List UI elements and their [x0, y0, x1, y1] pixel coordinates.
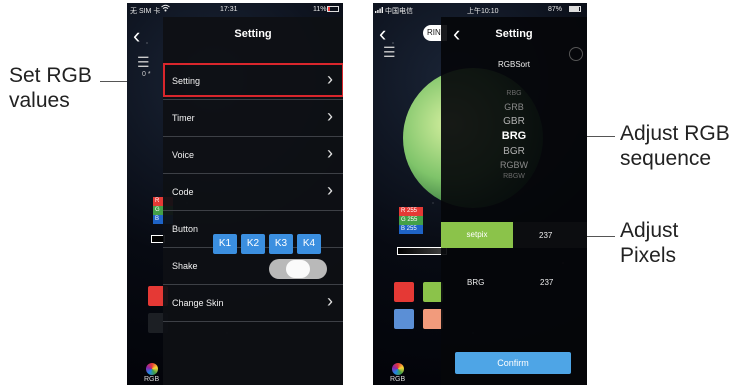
status-battery: 87% — [548, 6, 563, 13]
list-menu-icon[interactable]: ☰ — [137, 55, 150, 69]
status-time: 17:31 — [220, 6, 238, 13]
list-menu-icon[interactable]: ☰ — [383, 45, 396, 59]
callout-adjust-pixels: Adjust Pixels — [620, 219, 679, 267]
power-icon[interactable] — [569, 47, 583, 61]
chevron-right-icon: › — [327, 180, 333, 200]
menu-item-label: Code — [172, 187, 194, 197]
battery-icon — [327, 6, 339, 12]
status-bar: 中国电信 上午10:10 87% — [373, 3, 587, 17]
rgb-sort-panel: ‹ Setting RGBSort RBG GRB GBR BRG BGR RG… — [441, 17, 587, 385]
current-sort-value: BRG — [467, 278, 485, 287]
color-swatch-red[interactable] — [394, 282, 414, 302]
sort-option-rgbw[interactable]: RGBW — [441, 160, 587, 170]
callout-adjust-sequence: Adjust RGB sequence — [620, 122, 730, 170]
pixel-count-value: 237 — [539, 231, 553, 240]
sort-option-bgr[interactable]: BGR — [441, 146, 587, 157]
status-battery: 11% — [313, 6, 327, 13]
sort-option-brg-selected[interactable]: BRG — [441, 130, 587, 142]
sort-option-gbr[interactable]: GBR — [441, 116, 587, 127]
setting-highlight-box — [163, 63, 343, 97]
rgb-badge-g: G 255 — [399, 216, 423, 225]
phone-left: 无 SIM 卡 17:31 11% ‹ ☰ 0 * R G B RGB Sett… — [127, 3, 343, 385]
menu-item-label: Change Skin — [172, 298, 224, 308]
sort-option-grb[interactable]: GRB — [441, 102, 587, 112]
menu-item-voice[interactable]: Voice › — [163, 138, 343, 174]
signal-icon — [375, 7, 384, 15]
wifi-icon — [161, 4, 170, 14]
menu-item-timer[interactable]: Timer › — [163, 101, 343, 137]
palette-icon — [145, 363, 158, 375]
brightness-slider[interactable] — [397, 247, 447, 255]
toggle-knob — [286, 260, 310, 278]
rgb-badge-b: B 255 — [399, 225, 423, 234]
bottom-tab-rgb[interactable]: RGB — [390, 363, 405, 383]
status-carrier: 无 SIM 卡 — [130, 8, 161, 15]
bottom-tab-rgb-label: RGB — [390, 376, 406, 383]
status-time: 上午10:10 — [467, 8, 499, 15]
panel-title: Setting — [495, 28, 533, 40]
color-swatch-blue[interactable] — [394, 309, 414, 329]
color-swatch-green[interactable] — [423, 282, 443, 302]
panel-title: Setting — [234, 28, 272, 40]
menu-item-label: Button — [172, 224, 199, 234]
battery-icon — [569, 6, 581, 12]
phone-right: 中国电信 上午10:10 87% ‹ ☰ RIN R 255 G 255 B 2… — [373, 3, 587, 385]
menu-item-label: Shake — [172, 261, 198, 271]
back-chevron-icon[interactable]: ‹ — [379, 23, 386, 45]
counter-label: 0 * — [142, 71, 151, 78]
sort-option-rbgw[interactable]: RBGW — [441, 173, 587, 180]
menu-item-change-skin[interactable]: Change Skin › — [163, 286, 343, 322]
chevron-right-icon: › — [327, 106, 333, 126]
shake-toggle[interactable] — [269, 259, 327, 279]
menu-item-label: Timer — [172, 113, 195, 123]
chevron-right-icon: › — [327, 143, 333, 163]
sort-option-rbg[interactable]: RBG — [441, 90, 587, 97]
callout-set-rgb: Set RGB values — [9, 64, 92, 112]
rgb-badge-r: R 255 — [399, 207, 423, 216]
setpix-button[interactable]: setpix — [441, 222, 513, 248]
bottom-tab-rgb[interactable]: RGB — [144, 363, 159, 383]
status-carrier: 中国电信 — [385, 8, 413, 15]
chevron-right-icon: › — [327, 291, 333, 311]
current-pixels-value: 237 — [540, 278, 554, 287]
palette-icon — [391, 363, 404, 375]
menu-item-code[interactable]: Code › — [163, 175, 343, 211]
status-bar: 无 SIM 卡 17:31 11% — [127, 3, 343, 17]
bottom-tab-rgb-label: RGB — [144, 376, 160, 383]
color-swatch-salmon[interactable] — [423, 309, 443, 329]
confirm-button[interactable]: Confirm — [455, 352, 571, 374]
menu-item-label: Voice — [172, 150, 195, 160]
rgbsort-label: RGBSort — [497, 60, 530, 69]
back-chevron-icon[interactable]: ‹ — [133, 25, 140, 47]
